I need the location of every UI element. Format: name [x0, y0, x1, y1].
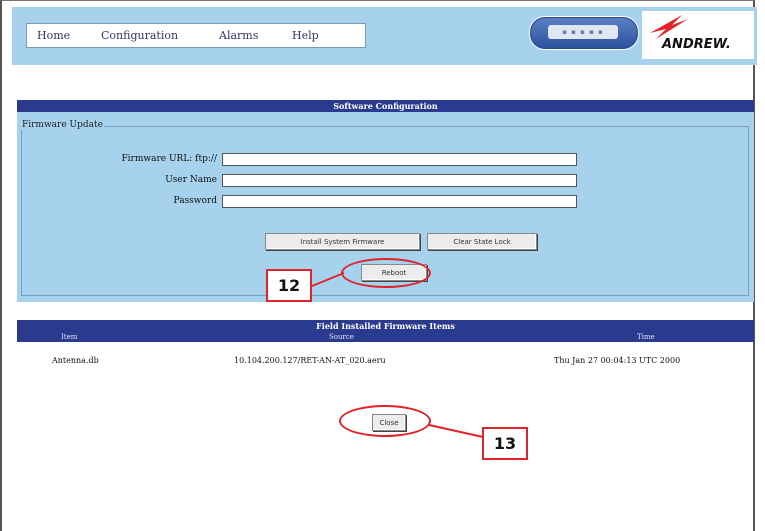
firmware-url-input[interactable] [222, 153, 577, 166]
close-highlight-ellipse [339, 405, 431, 437]
nav-bar: Home Configuration Alarms Help [26, 23, 366, 48]
reboot-highlight-ellipse [341, 258, 431, 288]
firmware-items-header: Field Installed Firmware Items [17, 320, 754, 332]
nav-alarms-link[interactable]: Alarms [219, 29, 258, 42]
column-time: Time [637, 333, 655, 341]
user-name-label: User Name [165, 175, 217, 185]
clear-state-lock-button[interactable]: Clear State Lock [427, 233, 537, 250]
callout-13: 13 [482, 427, 528, 460]
top-banner: Home Configuration Alarms Help ▪ ▪ ▪ ▪ ▪… [12, 7, 757, 65]
andrew-logo: ANDREW. [642, 11, 754, 59]
password-label: Password [173, 196, 217, 206]
column-source: Source [329, 333, 354, 341]
install-system-firmware-button[interactable]: Install System Firmware [265, 233, 420, 250]
nav-configuration-link[interactable]: Configuration [101, 29, 178, 42]
device-plate-graphic: ▪ ▪ ▪ ▪ ▪ [548, 25, 618, 39]
row-source-cell: 10.104.200.127/RET-AN-AT_020.aeru [234, 356, 386, 365]
row-item-cell: Antenna.db [52, 356, 99, 365]
software-configuration-header: Software Configuration [17, 100, 754, 112]
column-item: Item [61, 333, 78, 341]
password-input[interactable] [222, 195, 577, 208]
brand-wordmark: ANDREW. [662, 37, 731, 52]
nav-home-link[interactable]: Home [37, 29, 70, 42]
callout-12: 12 [266, 269, 312, 302]
user-name-input[interactable] [222, 174, 577, 187]
firmware-url-label: Firmware URL: ftp:// [121, 154, 217, 164]
firmware-items-column-header: Item Source Time [17, 332, 754, 342]
nav-help-link[interactable]: Help [292, 29, 319, 42]
firmware-update-legend: Firmware Update [21, 120, 104, 130]
row-time-cell: Thu Jan 27 00:04:13 UTC 2000 [554, 356, 681, 365]
device-logo: ▪ ▪ ▪ ▪ ▪ [529, 16, 639, 50]
